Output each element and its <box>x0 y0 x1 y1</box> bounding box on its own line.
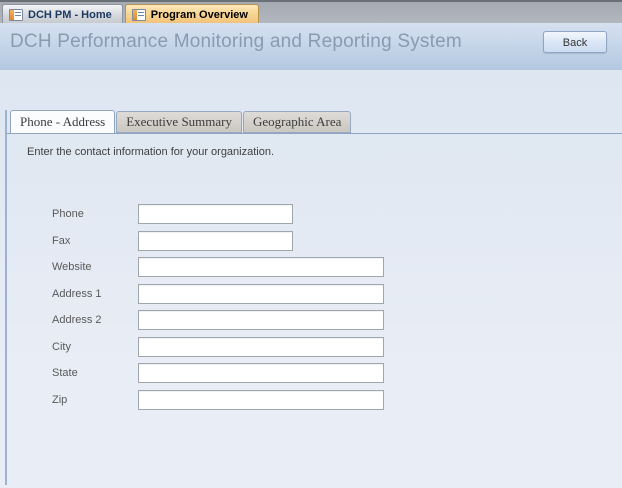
address2-label: Address 2 <box>52 310 136 330</box>
website-input[interactable] <box>138 257 384 277</box>
tab-executive-summary[interactable]: Executive Summary <box>116 111 242 133</box>
address1-label: Address 1 <box>52 284 136 304</box>
address2-input[interactable] <box>138 310 384 330</box>
instruction-text: Enter the contact information for your o… <box>27 146 274 158</box>
form-body: Phone - Address Executive Summary Geogra… <box>0 70 622 488</box>
fax-label: Fax <box>52 231 136 251</box>
back-button[interactable]: Back <box>543 31 607 53</box>
doc-tab-label: Program Overview <box>151 9 248 21</box>
page-title: DCH Performance Monitoring and Reporting… <box>10 31 462 53</box>
zip-input[interactable] <box>138 390 384 410</box>
form-left-edge <box>5 110 7 485</box>
city-label: City <box>52 337 136 357</box>
tab-geographic-area[interactable]: Geographic Area <box>243 111 351 133</box>
document-tab-bar: DCH PM - Home Program Overview <box>0 0 622 25</box>
address1-input[interactable] <box>138 284 384 304</box>
phone-input[interactable] <box>138 204 293 224</box>
fax-input[interactable] <box>138 231 293 251</box>
doc-tab-program-overview[interactable]: Program Overview <box>125 4 259 24</box>
form-icon <box>9 9 23 21</box>
city-input[interactable] <box>138 337 384 357</box>
app-window: DCH PM - Home Program Overview DCH Perfo… <box>0 0 622 488</box>
doc-tab-dch-pm-home[interactable]: DCH PM - Home <box>2 4 123 24</box>
form-tab-strip: Phone - Address Executive Summary Geogra… <box>10 111 352 133</box>
website-label: Website <box>52 257 136 277</box>
zip-label: Zip <box>52 390 136 410</box>
phone-label: Phone <box>52 204 136 224</box>
form-icon <box>132 9 146 21</box>
tab-phone-address[interactable]: Phone - Address <box>10 110 115 134</box>
form-header: DCH Performance Monitoring and Reporting… <box>0 23 622 70</box>
state-label: State <box>52 363 136 383</box>
doc-tab-label: DCH PM - Home <box>28 9 112 21</box>
state-input[interactable] <box>138 363 384 383</box>
